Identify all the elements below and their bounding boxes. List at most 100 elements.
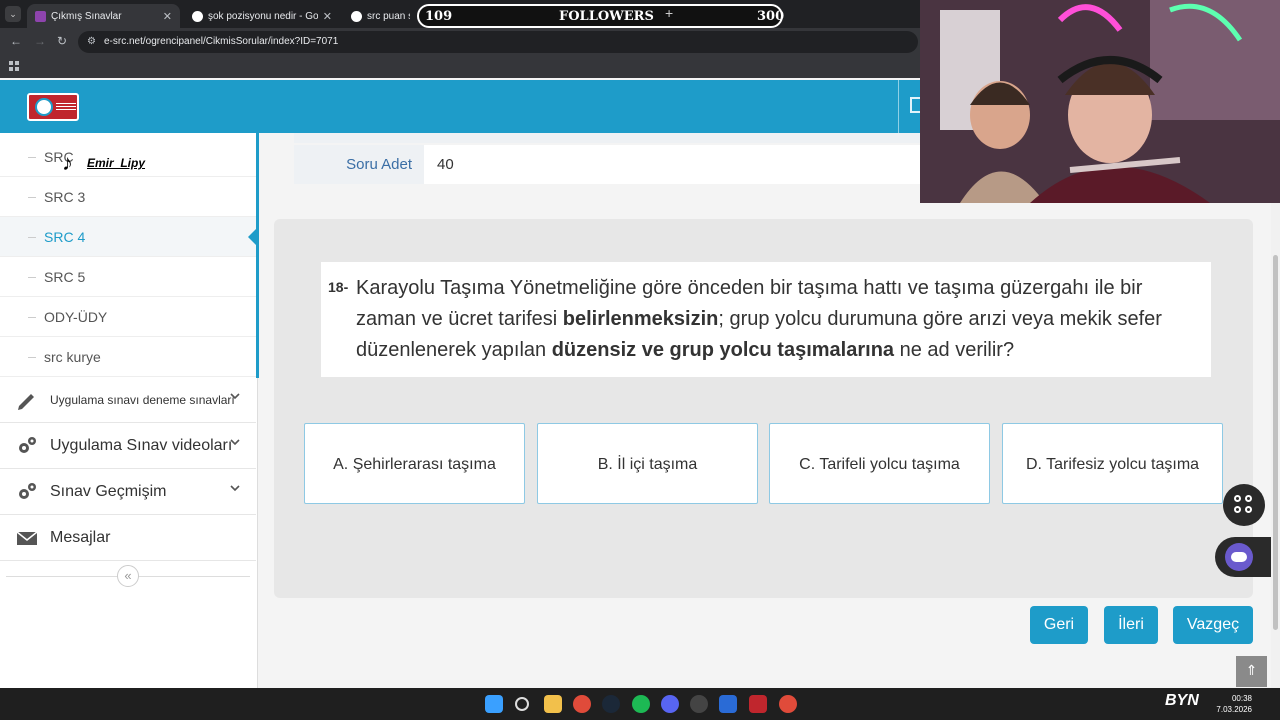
new-tab-icon[interactable]: + [665,5,673,21]
tab-search-button[interactable]: ⌄ [5,6,21,22]
option-label: A. Şehirlerarası taşıma [333,456,496,473]
info-value: 40 [437,156,454,173]
google-favicon-icon [192,10,203,22]
menu-label: Mesajlar [50,528,111,546]
gears-icon [19,482,36,499]
cancel-button[interactable]: Vazgeç [1173,606,1253,644]
question-text: Karayolu Taşıma Yönetmeliğine göre önced… [356,273,1186,366]
tab-cikmis-sinavlar[interactable]: Çıkmış Sınavlar ✕ [27,4,180,28]
collapse-sidebar-button[interactable]: « [117,565,139,587]
sidebar: SRC SRC 3 SRC 4 SRC 5 ODY-ÜDY src kurye … [0,133,259,688]
followers-label: FOLLOWERS [559,9,654,24]
steam-icon[interactable] [602,695,620,713]
sidebar-item-src-4[interactable]: SRC 4 [0,217,258,257]
option-d-button[interactable]: D. Tarifesiz yolcu taşıma [1002,423,1223,504]
menu-label: Sınav Geçmişim [50,482,167,500]
header-divider [898,80,899,133]
dot-icon [1245,506,1252,513]
info-label: Soru Adet [294,145,424,184]
close-tab-icon[interactable]: ✕ [163,10,172,23]
sidebar-item-label: SRC 3 [44,189,86,205]
back-button[interactable]: Geri [1030,606,1088,644]
back-arrow-icon[interactable]: ← [10,34,22,48]
header-exit-icon[interactable] [910,97,920,113]
option-label: D. Tarifesiz yolcu taşıma [1025,456,1200,473]
envelope-icon [16,530,38,545]
search-icon[interactable] [515,697,529,711]
followers-current: 109 [425,9,453,24]
option-label: C. Tarifeli yolcu taşıma [799,456,960,473]
forward-arrow-icon[interactable]: → [34,34,46,48]
logo-globe-icon [35,98,53,116]
tab-title: şok pozisyonu nedir - Google'd [208,10,318,22]
question-text-bold: düzensiz ve grup yolcu taşımalarına [551,339,895,361]
tiktok-watermark: ♪ Emir_Lipy [62,150,162,176]
widget-menu-button[interactable] [1223,484,1265,526]
menu-sinav-gecmisim[interactable]: Sınav Geçmişim [0,469,256,515]
tiktok-handle: Emir_Lipy [87,156,146,170]
followers-goal: 300 [757,9,785,24]
sidebar-item-src-kurye[interactable]: src kurye [0,337,256,377]
sidebar-item-label: src kurye [44,349,101,365]
bot-face-icon [1225,543,1253,571]
google-favicon-icon [351,10,362,22]
webcam-scene-image [920,0,1280,203]
chrome-icon[interactable] [573,695,591,713]
menu-mesajlar[interactable]: Mesajlar [0,515,256,561]
discord-icon[interactable] [661,695,679,713]
chevron-down-icon [230,439,240,446]
sidebar-item-label: ODY-ÜDY [44,309,108,325]
active-caret-icon [248,227,258,247]
option-b-button[interactable]: B. İl içi taşıma [537,423,758,504]
followers-goal-widget: 109 FOLLOWERS 300 [417,4,785,28]
site-favicon-icon [35,10,46,22]
reload-icon[interactable]: ↻ [57,34,67,48]
tab-google-search[interactable]: şok pozisyonu nedir - Google'd ✕ [184,4,340,28]
menu-label: Uygulama Sınav videoları [50,436,233,454]
tab-title: Çıkmış Sınavlar [51,10,122,22]
spotify-icon[interactable] [632,695,650,713]
info-row-previous [294,133,920,143]
clock-time: 00:38 [1231,694,1252,703]
tab-title: src puan sınırı [367,10,410,22]
clock-date: 7.03.2026 [1216,705,1252,714]
obs-icon[interactable] [690,695,708,713]
menu-uygulama-videolari[interactable]: Uygulama Sınav videoları [0,423,256,469]
site-settings-icon[interactable]: ⚙ [87,31,96,53]
scrollbar-thumb[interactable] [1273,255,1278,630]
app-icon[interactable] [719,695,737,713]
close-tab-icon[interactable]: ✕ [323,10,332,23]
start-windows-icon[interactable] [485,695,503,713]
url-field[interactable]: ⚙ e-src.net/ogrencipanel/CikmisSorular/i… [78,31,918,53]
url-text: e-src.net/ogrencipanel/CikmisSorular/ind… [104,36,339,47]
menu-uygulama-deneme[interactable]: Uygulama sınavı deneme sınavları [0,377,256,423]
sidebar-item-label: SRC 4 [44,229,86,245]
webcam-overlay [920,0,1280,203]
info-row-soru-adet: Soru Adet 40 [294,145,920,184]
page-scrollbar[interactable] [1271,200,1280,688]
chevron-down-icon [230,393,240,400]
file-explorer-icon[interactable] [544,695,562,713]
pencil-icon [18,393,34,410]
question-text-part: ne ad verilir? [894,339,1015,361]
system-clock[interactable]: 00:38 7.03.2026 [1206,693,1252,715]
dot-icon [1234,495,1241,502]
option-c-button[interactable]: C. Tarifeli yolcu taşıma [769,423,990,504]
chevron-down-icon [230,485,240,492]
chrome-active-icon[interactable] [779,695,797,713]
tab-src-puan[interactable]: src puan sınırı [343,4,418,28]
esrc-logo[interactable] [27,93,79,121]
sidebar-item-src-3[interactable]: SRC 3 [0,177,256,217]
dot-icon [1234,506,1241,513]
menu-label: Uygulama sınavı deneme sınavları [50,392,235,407]
option-a-button[interactable]: A. Şehirlerarası taşıma [304,423,525,504]
apps-grid-icon[interactable] [9,61,19,71]
app-icon[interactable] [749,695,767,713]
next-button[interactable]: İleri [1104,606,1158,644]
sidebar-item-src-5[interactable]: SRC 5 [0,257,256,297]
submenu-accent-border [256,133,259,378]
option-label: B. İl içi taşıma [597,456,698,473]
sidebar-item-ody-udy[interactable]: ODY-ÜDY [0,297,256,337]
dot-icon [1245,495,1252,502]
scroll-to-top-button[interactable]: ⇑ [1236,656,1267,687]
